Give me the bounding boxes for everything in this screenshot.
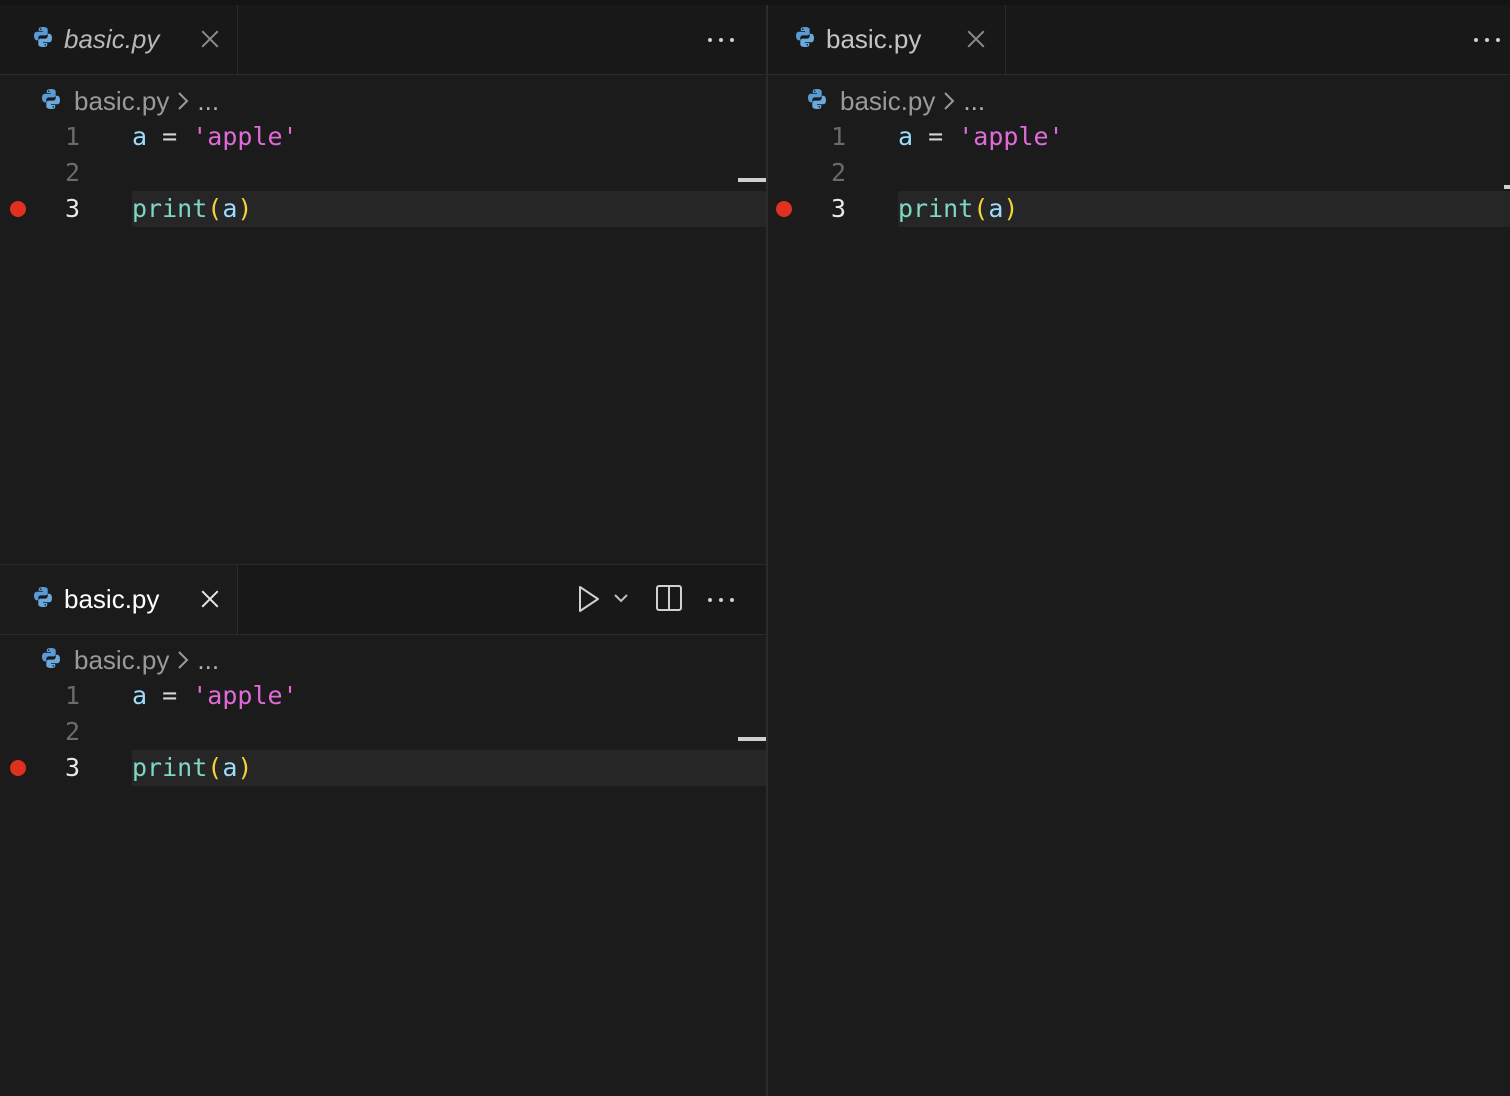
token-operator: =	[162, 122, 178, 151]
token-paren: )	[237, 753, 253, 782]
token-paren: )	[237, 194, 253, 223]
token-operator: =	[928, 122, 944, 151]
chevron-right-icon	[177, 90, 189, 112]
breadcrumb-symbols[interactable]: ...	[197, 86, 219, 117]
tab-label: basic.py	[64, 24, 160, 54]
tab-bar: basic.py	[768, 5, 1510, 75]
token-variable: a	[132, 681, 148, 710]
chevron-right-icon	[177, 649, 189, 671]
token-function: print	[132, 194, 208, 223]
breadcrumb-symbols[interactable]: ...	[197, 645, 219, 676]
breakpoint-icon[interactable]	[10, 201, 26, 217]
token-string: 'apple'	[192, 681, 298, 710]
line-source: print(a)	[898, 191, 1018, 227]
line-number: 1	[64, 681, 80, 710]
code-line: 2	[768, 155, 1510, 191]
line-source: print(a)	[132, 191, 252, 227]
code-editor[interactable]: 1 a = 'apple' 2 3 print(a)	[0, 678, 766, 786]
editor-group-top-left: basic.py basic.py ... 1 a = 'apple' 2 3 …	[0, 5, 766, 564]
close-icon[interactable]	[964, 27, 988, 51]
line-number: 2	[64, 158, 80, 187]
code-line: 1 a = 'apple'	[0, 119, 766, 155]
python-icon	[40, 86, 62, 117]
overview-ruler-mark	[738, 737, 766, 741]
editor-group-right: basic.py basic.py ... 1 a = 'apple' 2 3 …	[768, 5, 1510, 1096]
code-line: 2	[0, 714, 766, 750]
chevron-down-icon[interactable]	[612, 591, 630, 605]
overview-ruler-mark	[1504, 185, 1510, 189]
breadcrumb-file[interactable]: basic.py	[74, 86, 169, 117]
code-line-current: 3 print(a)	[768, 191, 1510, 227]
code-line: 1 a = 'apple'	[768, 119, 1510, 155]
tab-bar: basic.py	[0, 565, 766, 635]
breadcrumb: basic.py ...	[40, 85, 219, 117]
line-number: 2	[64, 717, 80, 746]
line-number: 2	[830, 158, 846, 187]
tab-label: basic.py	[826, 24, 922, 54]
more-actions-icon[interactable]	[1474, 29, 1500, 51]
tab-bar: basic.py	[0, 5, 766, 75]
token-variable: a	[898, 122, 914, 151]
token-variable: a	[222, 753, 238, 782]
breadcrumb-file[interactable]: basic.py	[74, 645, 169, 676]
more-actions-icon[interactable]	[708, 589, 734, 611]
token-string: 'apple'	[192, 122, 298, 151]
token-variable: a	[132, 122, 148, 151]
editor-group-bottom-left: basic.py basic.py ... 1 a = 'apple' 2 3 …	[0, 564, 766, 1096]
token-function: print	[898, 194, 974, 223]
breadcrumb: basic.py ...	[806, 85, 985, 117]
line-number: 1	[830, 122, 846, 151]
token-variable: a	[222, 194, 238, 223]
token-paren: )	[1003, 194, 1019, 223]
line-source: a = 'apple'	[898, 119, 1064, 155]
code-editor[interactable]: 1 a = 'apple' 2 3 print(a)	[0, 119, 766, 227]
editor-workbench: basic.py basic.py ... 1 a = 'apple' 2 3 …	[0, 0, 1510, 1096]
split-editor-icon[interactable]	[654, 583, 684, 613]
code-line-current: 3 print(a)	[0, 750, 766, 786]
token-function: print	[132, 753, 208, 782]
close-icon[interactable]	[198, 27, 222, 51]
breakpoint-icon[interactable]	[776, 201, 792, 217]
token-paren: (	[207, 194, 223, 223]
token-operator: =	[162, 681, 178, 710]
breadcrumb-file[interactable]: basic.py	[840, 86, 935, 117]
run-icon[interactable]	[576, 583, 602, 615]
line-number: 3	[64, 194, 80, 223]
line-number: 3	[64, 753, 80, 782]
line-number: 3	[830, 194, 846, 223]
tab-basic-py[interactable]: basic.py	[0, 565, 238, 634]
python-icon	[40, 645, 62, 676]
tab-basic-py[interactable]: basic.py	[768, 5, 1006, 74]
more-actions-icon[interactable]	[708, 29, 734, 51]
overview-ruler-mark	[738, 178, 766, 182]
token-paren: (	[207, 753, 223, 782]
python-icon	[32, 586, 54, 613]
line-source: a = 'apple'	[132, 119, 298, 155]
code-line: 1 a = 'apple'	[0, 678, 766, 714]
tab-basic-py[interactable]: basic.py	[0, 5, 238, 74]
breadcrumb: basic.py ...	[40, 644, 219, 676]
line-source: a = 'apple'	[132, 678, 298, 714]
breadcrumb-symbols[interactable]: ...	[963, 86, 985, 117]
python-icon	[806, 86, 828, 117]
token-paren: (	[973, 194, 989, 223]
python-icon	[794, 26, 816, 53]
chevron-right-icon	[943, 90, 955, 112]
close-icon[interactable]	[198, 587, 222, 611]
line-source: print(a)	[132, 750, 252, 786]
code-line: 2	[0, 155, 766, 191]
python-icon	[32, 26, 54, 53]
breakpoint-icon[interactable]	[10, 760, 26, 776]
code-line-current: 3 print(a)	[0, 191, 766, 227]
tab-label: basic.py	[64, 584, 160, 614]
token-variable: a	[988, 194, 1004, 223]
token-string: 'apple'	[958, 122, 1064, 151]
code-editor[interactable]: 1 a = 'apple' 2 3 print(a)	[768, 119, 1510, 227]
line-number: 1	[64, 122, 80, 151]
